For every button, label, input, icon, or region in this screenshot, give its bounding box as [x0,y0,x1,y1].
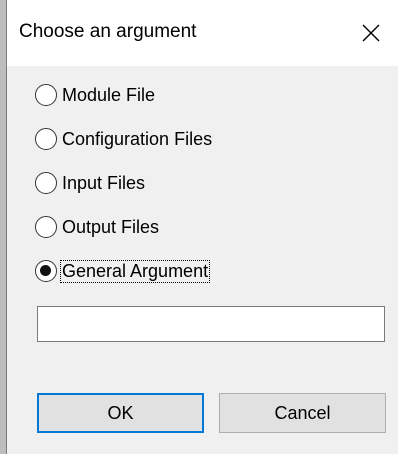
option-configuration-files[interactable]: Configuration Files [35,124,213,154]
dialog-title: Choose an argument [19,21,197,42]
general-argument-input[interactable] [37,306,385,342]
option-label: Configuration Files [62,128,213,149]
option-module-file[interactable]: Module File [35,80,156,110]
option-input-files[interactable]: Input Files [35,168,146,198]
choose-argument-dialog: Choose an argument Module File Configura… [6,0,398,454]
title-bar: Choose an argument [7,0,398,66]
radio-input-files[interactable] [35,172,57,194]
radio-module-file[interactable] [35,84,57,106]
ok-button[interactable]: OK [37,393,204,433]
option-label: General Argument [59,259,211,283]
radio-configuration-files[interactable] [35,128,57,150]
radio-general-argument[interactable] [35,260,57,282]
close-button[interactable] [351,14,391,52]
option-label: Output Files [62,216,160,237]
option-general-argument[interactable]: General Argument [35,256,211,286]
radio-output-files[interactable] [35,216,57,238]
cancel-button[interactable]: Cancel [219,393,386,433]
close-icon [362,24,380,42]
option-label: Input Files [62,172,146,193]
option-output-files[interactable]: Output Files [35,212,160,242]
option-label: Module File [62,84,156,105]
